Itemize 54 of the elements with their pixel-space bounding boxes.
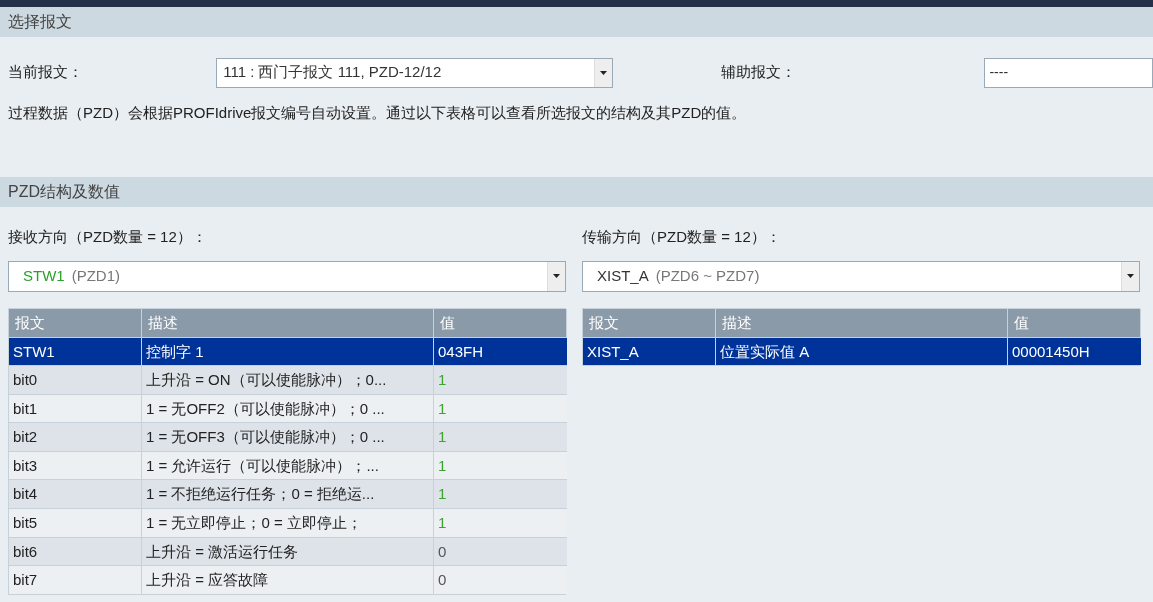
table-cell: bit6 [9, 536, 142, 566]
pzd-name: STW1 [23, 265, 65, 286]
table-cell: bit4 [9, 479, 142, 509]
table-cell: bit7 [9, 565, 142, 594]
table-cell: 位置实际值 A [716, 336, 1008, 366]
aux-telegram-field[interactable]: ---- [984, 57, 1153, 88]
column-header: 描述 [142, 308, 434, 337]
pzd-range: (PZD6 ~ PZD7) [655, 265, 760, 286]
table-cell: 1 = 无OFF2（可以使能脉冲）；0 ... [142, 393, 434, 423]
table-cell: 控制字 1 [142, 336, 434, 366]
column-header: 报文 [9, 308, 142, 337]
column-header: 描述 [716, 308, 1008, 337]
table-cell: 00001450H [1008, 336, 1141, 366]
table-cell: bit0 [9, 365, 142, 394]
direction-label: 接收方向（PZD数量 = 12）： [8, 226, 208, 247]
pzd-dropdown[interactable]: STW1 (PZD1) [8, 260, 566, 292]
table-cell: XIST_A [583, 336, 716, 366]
table-cell: 0 [434, 536, 567, 566]
table-cell: bit1 [9, 393, 142, 423]
column-header: 报文 [583, 308, 716, 337]
table-cell: 1 [434, 393, 567, 423]
table-cell: 上升沿 = 激活运行任务 [142, 536, 434, 566]
caret-icon [553, 274, 560, 278]
section-header: 选择报文 [0, 7, 1153, 37]
pzd-range: (PZD1) [71, 265, 120, 286]
table-cell: bit5 [9, 508, 142, 537]
section-header: PZD结构及数值 [0, 176, 1153, 207]
table-cell: 1 [434, 450, 567, 480]
pzd-dropdown[interactable]: XIST_A (PZD6 ~ PZD7) [582, 260, 1140, 292]
description-text: 过程数据（PZD）会根据PROFIdrive报文编号自动设置。通过以下表格可以查看所选报文的结构及其PZD的值。 [8, 103, 748, 123]
aux-telegram-label: 辅助报文： [720, 62, 797, 83]
table-cell: 1 = 允许运行（可以使能脉冲）；... [142, 450, 434, 480]
column-header: 值 [1008, 308, 1141, 337]
column-header: 值 [434, 308, 567, 337]
table-cell: 1 = 无立即停止；0 = 立即停止； [142, 508, 434, 537]
table-cell: bit3 [9, 450, 142, 480]
table-cell: 1 [434, 422, 567, 451]
table-cell: 043FH [434, 336, 567, 366]
table-cell: 上升沿 = 应答故障 [142, 565, 434, 594]
caret-icon [1127, 274, 1134, 278]
table-cell: 1 [434, 508, 567, 537]
table-cell: 1 [434, 365, 567, 394]
table-cell: 0 [434, 565, 567, 594]
caret-icon [599, 70, 607, 75]
telegram-dropdown[interactable]: 111 : 西门子报文 111, PZD-12/12 [216, 57, 613, 88]
table-cell: bit2 [9, 422, 142, 451]
table-cell: 1 = 不拒绝运行任务；0 = 拒绝运... [142, 479, 434, 509]
direction-label: 传输方向（PZD数量 = 12）： [582, 226, 782, 247]
pzd-name: XIST_A [597, 265, 649, 286]
current-telegram-label: 当前报文： [8, 62, 84, 83]
table-cell: 上升沿 = ON（可以使能脉冲）；0... [142, 365, 434, 394]
table-cell: STW1 [9, 336, 142, 366]
table-cell: 1 = 无OFF3（可以使能脉冲）；0 ... [142, 422, 434, 451]
table-cell: 1 [434, 479, 567, 509]
